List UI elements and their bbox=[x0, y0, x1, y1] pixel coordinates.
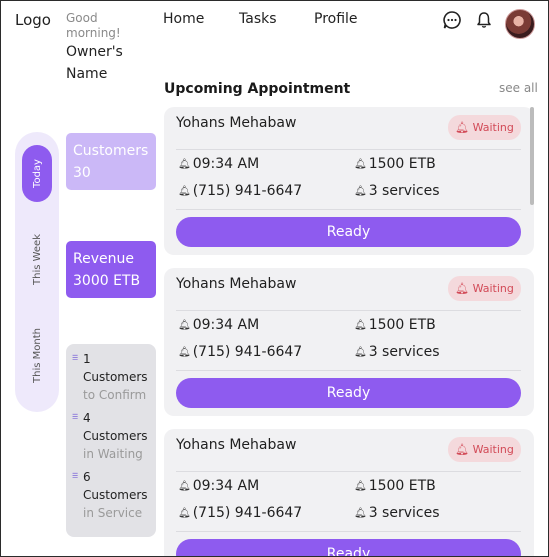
bell-icon: 🔔︎ bbox=[354, 185, 367, 197]
chat-icon[interactable] bbox=[442, 10, 462, 30]
status-badge: 🔔︎ Waiting bbox=[448, 276, 521, 301]
divider bbox=[176, 310, 521, 311]
revenue-label: Revenue bbox=[73, 251, 134, 267]
summary-count: 6 bbox=[83, 470, 91, 484]
summary-sub: to Confirm bbox=[83, 388, 147, 402]
nav-tasks[interactable]: Tasks bbox=[239, 11, 277, 27]
bell-icon: 🔔︎ bbox=[178, 185, 191, 197]
bell-icon: 🔔︎ bbox=[354, 480, 367, 492]
bell-icon: 🔔︎ bbox=[178, 346, 191, 358]
appointment-card: Yohans Mehabaw 🔔︎ Waiting 🔔︎ 09:34 AM 🔔︎ 1… bbox=[164, 268, 534, 416]
bell-icon[interactable] bbox=[474, 10, 494, 30]
customer-name: Yohans Mehabaw bbox=[176, 437, 297, 453]
summary-in-waiting: ☰ 4 Customers in Waiting bbox=[72, 409, 152, 463]
service-count: 🔔︎ 3 services bbox=[354, 505, 440, 521]
divider bbox=[176, 370, 521, 371]
customer-phone: 🔔︎ (715) 941-6647 bbox=[178, 505, 303, 521]
customer-phone: 🔔︎ (715) 941-6647 bbox=[178, 344, 303, 360]
customers-stat-card: Customers 30 bbox=[66, 133, 156, 190]
nav-profile[interactable]: Profile bbox=[314, 11, 358, 27]
summary-count: 4 bbox=[83, 411, 91, 425]
list-icon: ☰ bbox=[72, 472, 79, 480]
status-badge: 🔔︎ Waiting bbox=[448, 437, 521, 462]
bell-icon: 🔔︎ bbox=[354, 319, 367, 331]
bell-icon: 🔔︎ bbox=[178, 319, 191, 331]
appointment-price: 🔔︎ 1500 ETB bbox=[354, 478, 436, 494]
summary-to-confirm: ☰ 1 Customers to Confirm bbox=[72, 350, 152, 404]
divider bbox=[176, 209, 521, 210]
period-this-week-label: This Week bbox=[31, 233, 43, 286]
customers-value: 30 bbox=[73, 165, 91, 181]
bell-icon: 🔔︎ bbox=[354, 346, 367, 358]
appointment-list: Yohans Mehabaw 🔔︎ Waiting 🔔︎ 09:34 AM 🔔︎ 1… bbox=[164, 107, 534, 556]
customer-summary: ☰ 1 Customers to Confirm ☰ 4 Customers i… bbox=[66, 344, 156, 537]
appointment-time: 🔔︎ 09:34 AM bbox=[178, 478, 260, 494]
customer-name: Yohans Mehabaw bbox=[176, 276, 297, 292]
avatar[interactable] bbox=[505, 9, 535, 39]
customer-phone: 🔔︎ (715) 941-6647 bbox=[178, 183, 303, 199]
bell-icon: 🔔︎ bbox=[178, 158, 191, 170]
status-text: Waiting bbox=[472, 443, 514, 456]
ready-button[interactable]: Ready bbox=[176, 378, 521, 408]
nav-home[interactable]: Home bbox=[163, 11, 204, 27]
status-text: Waiting bbox=[472, 121, 514, 134]
summary-label: Customers bbox=[83, 488, 148, 502]
list-icon: ☰ bbox=[72, 413, 79, 421]
app-frame: Logo Good morning! Owner's Name Home Tas… bbox=[0, 0, 549, 557]
greeting-text: Good morning! bbox=[66, 11, 121, 40]
period-today-label: Today bbox=[31, 159, 43, 188]
list-icon: ☰ bbox=[72, 354, 79, 362]
summary-in-service: ☰ 6 Customers in Service bbox=[72, 468, 152, 522]
customers-label: Customers bbox=[73, 143, 149, 159]
status-badge: 🔔︎ Waiting bbox=[448, 115, 521, 140]
bell-icon: 🔔︎ bbox=[178, 480, 191, 492]
appointment-time: 🔔︎ 09:34 AM bbox=[178, 156, 260, 172]
revenue-stat-card: Revenue 3000 ETB bbox=[66, 241, 156, 298]
logo[interactable]: Logo bbox=[15, 11, 51, 29]
revenue-value: 3000 ETB bbox=[73, 273, 141, 289]
service-count: 🔔︎ 3 services bbox=[354, 344, 440, 360]
period-today[interactable]: Today bbox=[22, 145, 52, 202]
bell-icon: 🔔︎ bbox=[455, 443, 470, 456]
bell-icon: 🔔︎ bbox=[354, 158, 367, 170]
period-selector: Today This Week This Month bbox=[15, 132, 59, 412]
period-this-week[interactable]: This Week bbox=[22, 227, 52, 292]
owner-name: Owner's Name bbox=[66, 44, 123, 82]
status-text: Waiting bbox=[472, 282, 514, 295]
see-all-link[interactable]: see all bbox=[499, 81, 538, 95]
greeting-block: Good morning! Owner's Name bbox=[66, 11, 156, 85]
appointment-price: 🔔︎ 1500 ETB bbox=[354, 317, 436, 333]
summary-sub: in Service bbox=[83, 506, 143, 520]
period-this-month[interactable]: This Month bbox=[22, 320, 52, 390]
appointment-card: Yohans Mehabaw 🔔︎ Waiting 🔔︎ 09:34 AM 🔔︎ 1… bbox=[164, 429, 534, 556]
ready-button[interactable]: Ready bbox=[176, 217, 521, 247]
summary-label: Customers bbox=[83, 370, 148, 384]
service-count: 🔔︎ 3 services bbox=[354, 183, 440, 199]
scrollbar[interactable] bbox=[530, 107, 534, 205]
appointment-card: Yohans Mehabaw 🔔︎ Waiting 🔔︎ 09:34 AM 🔔︎ 1… bbox=[164, 107, 534, 255]
bell-icon: 🔔︎ bbox=[178, 507, 191, 519]
summary-sub: in Waiting bbox=[83, 447, 143, 461]
divider bbox=[176, 531, 521, 532]
bell-icon: 🔔︎ bbox=[455, 282, 470, 295]
summary-label: Customers bbox=[83, 429, 148, 443]
ready-button[interactable]: Ready bbox=[176, 539, 521, 556]
divider bbox=[176, 149, 521, 150]
divider bbox=[176, 471, 521, 472]
bell-icon: 🔔︎ bbox=[455, 121, 470, 134]
summary-count: 1 bbox=[83, 352, 91, 366]
bell-icon: 🔔︎ bbox=[354, 507, 367, 519]
customer-name: Yohans Mehabaw bbox=[176, 115, 297, 131]
appointment-price: 🔔︎ 1500 ETB bbox=[354, 156, 436, 172]
section-title: Upcoming Appointment bbox=[164, 81, 351, 97]
appointment-time: 🔔︎ 09:34 AM bbox=[178, 317, 260, 333]
period-this-month-label: This Month bbox=[31, 327, 43, 383]
